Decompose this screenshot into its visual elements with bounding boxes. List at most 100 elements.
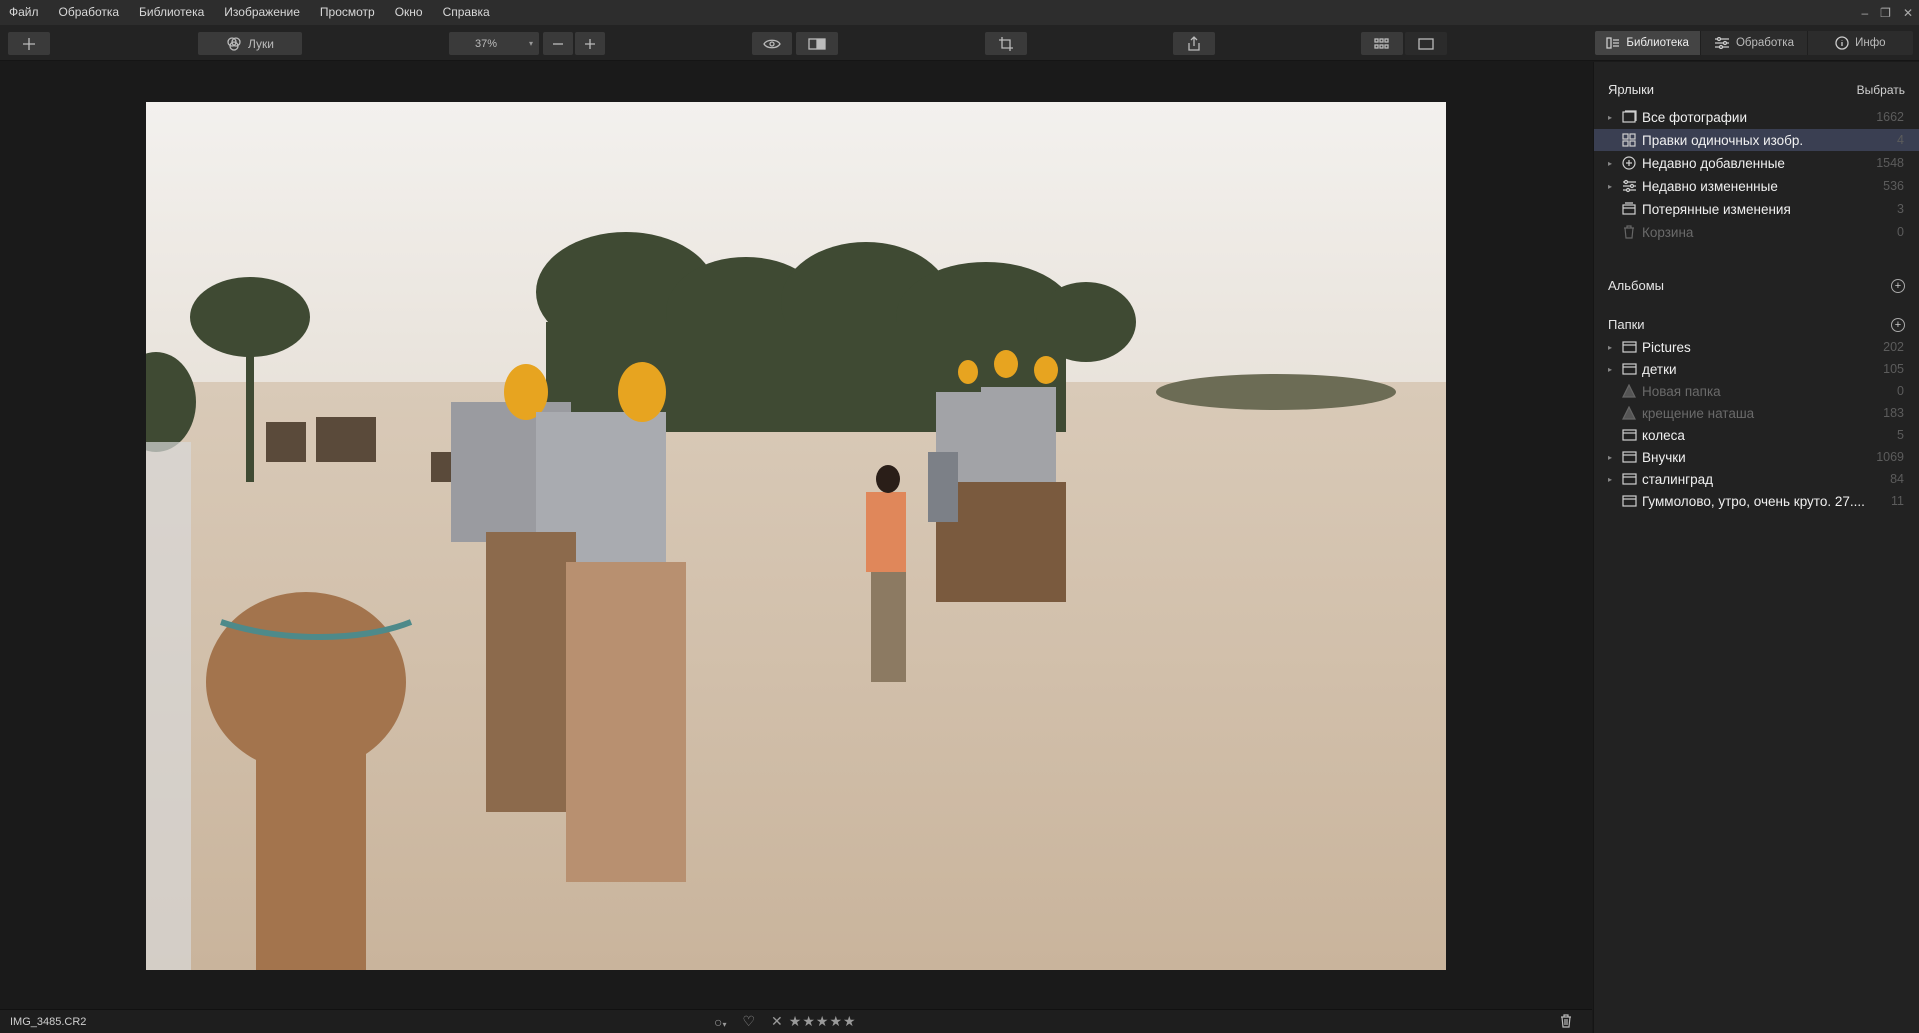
expand-arrow-icon[interactable]: ▸: [1608, 453, 1612, 462]
info-icon: [1835, 36, 1849, 50]
tab-info[interactable]: Инфо: [1808, 31, 1913, 55]
shortcut-count: 1662: [1876, 110, 1904, 124]
star-icon[interactable]: ★: [829, 1013, 842, 1030]
box-icon: [1622, 202, 1637, 216]
shortcut-recently-edited[interactable]: ▸ Недавно измененные 536: [1594, 175, 1919, 197]
folder-item[interactable]: ▸ Pictures 202: [1594, 336, 1919, 358]
minimize-icon[interactable]: –: [1861, 6, 1868, 20]
expand-arrow-icon[interactable]: ▸: [1608, 343, 1612, 352]
folder-icon: [1622, 472, 1637, 486]
menu-edit[interactable]: Обработка: [49, 0, 130, 25]
menu-window[interactable]: Окно: [385, 0, 433, 25]
image-viewer[interactable]: [0, 62, 1592, 1009]
folder-label: Внучки: [1642, 450, 1686, 465]
share-button[interactable]: [1173, 32, 1215, 55]
folder-icon: [1622, 450, 1637, 464]
shortcut-label: Недавно измененные: [1642, 179, 1778, 194]
folder-item[interactable]: колеса 5: [1594, 424, 1919, 446]
photo-icon: [1622, 110, 1637, 124]
add-folder-button[interactable]: +: [1891, 318, 1905, 332]
zoom-out-button[interactable]: [543, 32, 573, 55]
tab-library[interactable]: Библиотека: [1595, 31, 1702, 55]
filename: IMG_3485.CR2: [10, 1016, 87, 1028]
luts-icon: [227, 36, 241, 51]
tab-library-label: Библиотека: [1626, 37, 1689, 49]
shortcut-count: 4: [1897, 133, 1904, 147]
menu-library[interactable]: Библиотека: [129, 0, 214, 25]
folder-label: Гуммолово, утро, очень круто. 27....: [1642, 494, 1865, 509]
zoom-select[interactable]: 37% ▾: [449, 32, 539, 55]
add-album-button[interactable]: +: [1891, 279, 1905, 293]
shortcut-recently-added[interactable]: ▸ Недавно добавленные 1548: [1594, 152, 1919, 174]
expand-arrow-icon[interactable]: ▸: [1608, 159, 1612, 168]
status-bar: IMG_3485.CR2 ○▾ ♡ ✕ ★ ★ ★ ★ ★: [0, 1009, 1592, 1033]
folder-count: 5: [1897, 428, 1904, 442]
photo-camel-caravan: [146, 102, 1446, 970]
shortcut-all-photos[interactable]: ▸ Все фотографии 1662: [1594, 106, 1919, 128]
folder-label: Pictures: [1642, 340, 1691, 355]
folder-count: 1069: [1876, 450, 1904, 464]
menu-bar: Файл Обработка Библиотека Изображение Пр…: [0, 0, 1919, 25]
heart-icon[interactable]: ♡: [742, 1013, 755, 1030]
folder-label: колеса: [1642, 428, 1685, 443]
trash-icon: [1622, 225, 1637, 239]
color-label-icon[interactable]: ○▾: [714, 1014, 726, 1030]
main-photo[interactable]: [146, 102, 1446, 970]
folder-item[interactable]: ▸ детки 105: [1594, 358, 1919, 380]
folder-item[interactable]: ▸ Внучки 1069: [1594, 446, 1919, 468]
menu-help[interactable]: Справка: [433, 0, 500, 25]
plus-circle-icon: [1622, 156, 1637, 170]
shortcut-single-edits[interactable]: Правки одиночных изобр. 4: [1594, 129, 1919, 151]
grid-view-button[interactable]: [1361, 32, 1403, 55]
minus-icon: [553, 42, 563, 45]
chevron-down-icon: ▾: [528, 39, 533, 48]
single-view-button[interactable]: [1405, 32, 1447, 55]
star-icon[interactable]: ★: [802, 1013, 815, 1030]
menu-view[interactable]: Просмотр: [310, 0, 385, 25]
shortcut-lost-edits[interactable]: Потерянные изменения 3: [1594, 198, 1919, 220]
compare-button[interactable]: [796, 32, 838, 55]
library-icon: [1606, 37, 1620, 49]
add-button[interactable]: [8, 32, 50, 55]
plus-icon: [23, 37, 35, 50]
zoom-value: 37%: [475, 37, 498, 50]
folder-item[interactable]: крещение наташа 183: [1594, 402, 1919, 424]
shortcut-count: 1548: [1876, 156, 1904, 170]
star-icon[interactable]: ★: [816, 1013, 829, 1030]
star-rating[interactable]: ★ ★ ★ ★ ★: [789, 1013, 856, 1030]
crop-button[interactable]: [985, 32, 1027, 55]
reject-icon[interactable]: ✕: [771, 1013, 783, 1030]
luts-button[interactable]: Луки: [198, 32, 302, 55]
star-icon[interactable]: ★: [789, 1013, 802, 1030]
folders-title: Папки: [1608, 317, 1645, 332]
delete-button[interactable]: [1560, 1014, 1572, 1031]
sliders-icon: [1622, 179, 1637, 193]
shortcuts-title: Ярлыки: [1608, 82, 1655, 97]
warning-icon: [1622, 383, 1637, 398]
expand-arrow-icon[interactable]: ▸: [1608, 475, 1612, 484]
folder-item[interactable]: Новая папка 0: [1594, 380, 1919, 402]
close-icon[interactable]: ✕: [1903, 6, 1913, 20]
trash-icon: [1561, 1014, 1571, 1028]
tab-edit[interactable]: Обработка: [1701, 31, 1808, 55]
shortcut-label: Корзина: [1642, 225, 1694, 240]
menu-file[interactable]: Файл: [0, 0, 49, 25]
window-controls: – ❐ ✕: [1861, 0, 1913, 25]
expand-arrow-icon[interactable]: ▸: [1608, 113, 1612, 122]
preview-toggle-button[interactable]: [752, 32, 792, 55]
grid-icon: [1374, 37, 1389, 49]
shortcut-trash[interactable]: Корзина 0: [1594, 221, 1919, 243]
panel-tabs: Библиотека Обработка Инфо: [1595, 31, 1913, 55]
select-button[interactable]: Выбрать: [1857, 83, 1905, 97]
star-icon[interactable]: ★: [843, 1013, 856, 1030]
folder-item[interactable]: ▸ сталинград 84: [1594, 468, 1919, 490]
zoom-in-button[interactable]: [575, 32, 605, 55]
tab-info-label: Инфо: [1855, 37, 1886, 49]
expand-arrow-icon[interactable]: ▸: [1608, 182, 1612, 191]
expand-arrow-icon[interactable]: ▸: [1608, 365, 1612, 374]
shortcut-count: 0: [1897, 225, 1904, 239]
restore-icon[interactable]: ❐: [1880, 6, 1891, 20]
sliders-icon: [1714, 37, 1729, 49]
menu-image[interactable]: Изображение: [214, 0, 310, 25]
folder-item[interactable]: Гуммолово, утро, очень круто. 27.... 11: [1594, 490, 1919, 512]
